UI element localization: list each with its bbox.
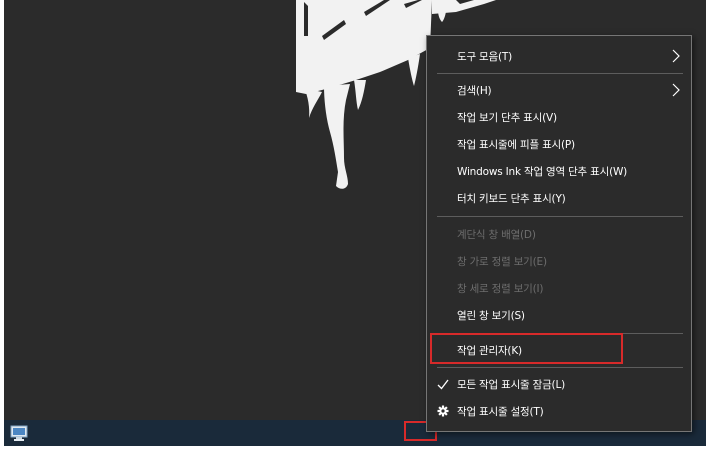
menu-separator (437, 73, 683, 74)
menu-item-label: 도구 모음(T) (457, 50, 512, 63)
menu-item-label: Windows Ink 작업 영역 단추 표시(W) (457, 165, 628, 178)
menu-item-label: 검색(H) (457, 84, 492, 97)
gear-icon (437, 405, 449, 417)
pc-monitor-icon[interactable] (10, 424, 28, 442)
menu-item-label: 작업 표시줄 설정(T) (457, 405, 544, 418)
menu-item-search[interactable]: 검색(H) (427, 77, 691, 103)
menu-item-show-windows-stacked: 창 가로 정렬 보기(E) (427, 248, 691, 274)
task-manager-highlight (430, 333, 623, 364)
menu-item-toolbars[interactable]: 도구 모음(T) (427, 43, 691, 69)
chevron-right-icon (672, 49, 680, 63)
menu-item-show-windows-side-by-side: 창 세로 정렬 보기(I) (427, 275, 691, 301)
menu-item-show-touch-keyboard[interactable]: 터치 키보드 단추 표시(Y) (427, 185, 691, 211)
menu-item-taskbar-settings[interactable]: 작업 표시줄 설정(T) (427, 398, 691, 424)
menu-item-show-open-windows[interactable]: 열린 창 보기(S) (427, 302, 691, 328)
taskbar-context-menu: 도구 모음(T) 검색(H) 작업 보기 단추 표시(V) 작업 표시줄에 피플… (426, 35, 692, 432)
check-icon (437, 379, 449, 390)
menu-item-label: 작업 보기 단추 표시(V) (457, 111, 557, 124)
menu-item-label: 창 가로 정렬 보기(E) (457, 255, 547, 268)
menu-item-label: 계단식 창 배열(D) (457, 228, 536, 241)
menu-item-cascade-windows: 계단식 창 배열(D) (427, 221, 691, 247)
menu-item-label: 작업 표시줄에 피플 표시(P) (457, 138, 575, 151)
menu-separator (437, 216, 683, 217)
menu-separator (437, 367, 683, 368)
menu-item-show-windows-ink[interactable]: Windows Ink 작업 영역 단추 표시(W) (427, 158, 691, 184)
menu-item-label: 열린 창 보기(S) (457, 309, 525, 322)
menu-item-lock-taskbar[interactable]: 모든 작업 표시줄 잠금(L) (427, 371, 691, 397)
chevron-right-icon (672, 83, 680, 97)
menu-item-show-people[interactable]: 작업 표시줄에 피플 표시(P) (427, 131, 691, 157)
menu-item-label: 창 세로 정렬 보기(I) (457, 282, 544, 295)
menu-item-label: 터치 키보드 단추 표시(Y) (457, 192, 566, 205)
menu-item-label: 모든 작업 표시줄 잠금(L) (457, 378, 565, 391)
menu-item-show-task-view-button[interactable]: 작업 보기 단추 표시(V) (427, 104, 691, 130)
